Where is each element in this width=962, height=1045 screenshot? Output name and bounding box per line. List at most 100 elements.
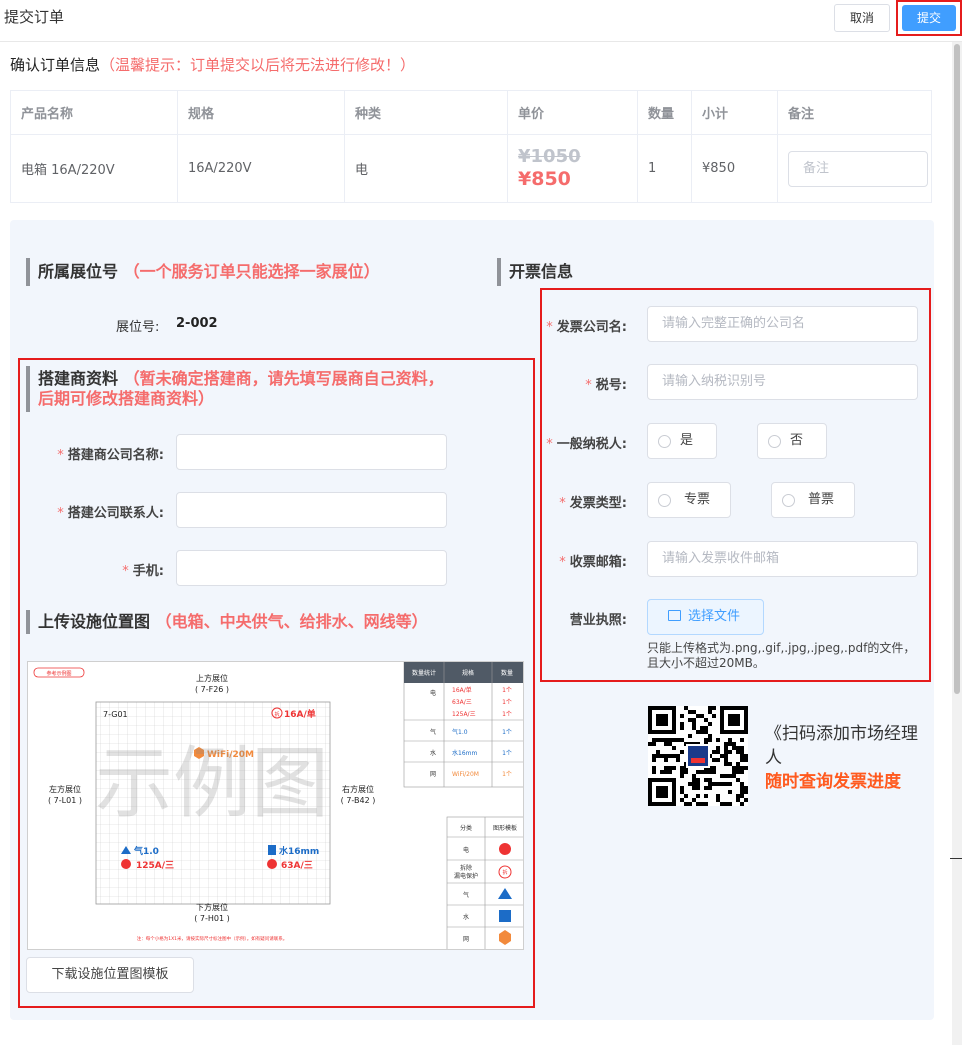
- marker-16a: 16A/单: [284, 708, 316, 720]
- invoice-email-input[interactable]: 请输入发票收件邮箱: [647, 541, 918, 577]
- choose-file-button[interactable]: 选择文件: [647, 599, 764, 635]
- table-row: 电箱 16A/220V 16A/220V 电 ¥1050 ¥850 1 ¥850…: [10, 134, 932, 203]
- booth-hint: （一个服务订单只能选择一家展位）: [123, 262, 380, 281]
- builder-company-input[interactable]: [176, 434, 447, 470]
- stats-qty-2: 1个: [502, 750, 512, 757]
- legend-header-1: 图形模板: [493, 824, 517, 832]
- legend-demolition-glyph: 拆: [502, 869, 507, 876]
- radio-label: 专票: [684, 492, 711, 507]
- electric-circle-icon: [121, 859, 131, 869]
- stats-qty-0a: 1个: [502, 687, 512, 694]
- upload-section-title: 上传设施位置图 （电箱、中央供气、给排水、网线等）: [26, 610, 428, 634]
- upload-tip: 只能上传格式为.png,.gif,.jpg,.jpeg,.pdf的文件，且大小不…: [647, 641, 916, 670]
- remark-input[interactable]: 备注: [788, 150, 928, 187]
- general-taxpayer-yes-radio[interactable]: 是: [647, 423, 717, 459]
- stats-spec-2: 水16mm: [452, 749, 477, 757]
- scrollbar[interactable]: [952, 42, 962, 1045]
- right-booth-code: ( 7-B42 ): [341, 796, 376, 805]
- submit-button[interactable]: 提交: [902, 5, 956, 31]
- radio-circle-icon: [658, 435, 671, 448]
- stats-qty-0b: 1个: [502, 699, 512, 706]
- stats-qty-1: 1个: [502, 729, 512, 736]
- order-table: 产品名称 规格 种类 单价 数量 小计 备注 电箱 16A/220V 16A/2…: [10, 90, 932, 203]
- bottom-booth-label: 下方展位: [196, 902, 228, 912]
- top-bar: 提交订单 取消 提交: [0, 0, 962, 42]
- invoice-title: 开票信息: [509, 262, 574, 281]
- table-header-row: 产品名称 规格 种类 单价 数量 小计 备注: [10, 90, 932, 135]
- stats-spec-0b: 63A/三: [452, 699, 472, 706]
- booth-value: 2-002: [176, 316, 218, 331]
- top-booth-code: ( 7-F26 ): [195, 685, 229, 694]
- cell-spec: 16A/220V: [177, 134, 345, 203]
- page-title: 提交订单: [4, 8, 65, 26]
- legend-row-4: 网: [463, 936, 469, 943]
- legend-row-3: 水: [463, 913, 469, 921]
- legend-row-1a: 拆除: [460, 864, 472, 872]
- col-category: 种类: [344, 90, 508, 135]
- cell-subtotal: ¥850: [691, 134, 778, 203]
- stats-table: 数量统计 规格 数量 电 16A/单 63A/三 125A/三 1个 1个 1个…: [403, 662, 523, 788]
- layout-example-svg: 参考示例图 上方展位 ( 7-F26 ) 7-G01 左方展位 ( 7-L01 …: [33, 662, 523, 949]
- watermark: 示例图: [95, 739, 329, 829]
- marker-water: 水16mm: [279, 845, 319, 857]
- cell-product: 电箱 16A/220V: [10, 134, 178, 203]
- invoice-email-label: * 收票邮箱:: [559, 555, 627, 570]
- cell-quantity: 1: [637, 134, 692, 203]
- discount-price: ¥850: [518, 167, 571, 190]
- legend-row-2: 气: [463, 891, 469, 899]
- legend-water-icon: [499, 910, 511, 922]
- stats-spec-0a: 16A/单: [452, 686, 472, 694]
- stats-header-2: 数量: [501, 669, 513, 677]
- original-price: ¥1050: [518, 145, 581, 167]
- invoice-type-normal-radio[interactable]: 普票: [771, 482, 855, 518]
- tax-number-input[interactable]: 请输入纳税识别号: [647, 364, 918, 400]
- builder-hint-2: 后期可修改搭建商资料）: [38, 389, 215, 408]
- marker-125a: 125A/三: [136, 860, 174, 871]
- radio-circle-icon: [768, 435, 781, 448]
- col-remark: 备注: [777, 90, 932, 135]
- builder-company-label: * 搭建商公司名称:: [57, 448, 164, 463]
- invoice-section-title: 开票信息: [497, 258, 573, 286]
- upload-title: 上传设施位置图: [38, 612, 151, 631]
- top-booth-label: 上方展位: [196, 673, 228, 683]
- builder-phone-input[interactable]: [176, 550, 447, 586]
- radio-label: 普票: [808, 492, 835, 507]
- radio-circle-icon: [782, 494, 795, 507]
- stats-qty-0c: 1个: [502, 711, 512, 718]
- builder-contact-input[interactable]: [176, 492, 447, 528]
- stats-header-1: 规格: [462, 669, 474, 677]
- download-template-button[interactable]: 下载设施位置图模板: [26, 957, 194, 993]
- marker-gas: 气1.0: [133, 845, 159, 857]
- folder-icon: [668, 610, 681, 621]
- cancel-button[interactable]: 取消: [834, 4, 890, 32]
- left-booth-label: 左方展位: [49, 784, 81, 794]
- legend-table: 分类 图形模板 电 拆除 漏电保护 气 水 网 拆: [446, 816, 523, 949]
- tax-number-label: * 税号:: [585, 378, 627, 393]
- stats-cat-1: 气: [430, 728, 436, 736]
- confirm-warning: （温馨提示：订单提交以后将无法进行修改！）: [100, 56, 416, 74]
- booth-code: 7-G01: [103, 710, 128, 719]
- qr-caption-text: 《扫码添加市场经理人: [765, 724, 918, 768]
- electric-circle-icon-2: [267, 859, 277, 869]
- water-square-icon: [268, 845, 276, 855]
- example-tag: 参考示例图: [46, 670, 71, 677]
- general-taxpayer-no-radio[interactable]: 否: [757, 423, 827, 459]
- demolition-marker-glyph: 拆: [274, 711, 279, 718]
- stats-qty-3: 1个: [502, 771, 512, 778]
- col-subtotal: 小计: [691, 90, 778, 135]
- stats-cat-3: 网: [430, 771, 436, 778]
- col-unit-price: 单价: [507, 90, 638, 135]
- submit-highlight-box: 提交: [896, 0, 962, 36]
- radio-label: 否: [790, 433, 804, 448]
- invoice-company-input[interactable]: 请输入完整正确的公司名: [647, 306, 918, 342]
- invoice-type-label: * 发票类型:: [559, 496, 627, 511]
- stats-spec-3: WiFi/20M: [452, 771, 479, 778]
- builder-contact-label: * 搭建公司联系人:: [57, 506, 164, 521]
- general-taxpayer-label: * 一般纳税人:: [546, 437, 627, 452]
- radio-circle-icon: [658, 494, 671, 507]
- booth-section-title: 所属展位号 （一个服务订单只能选择一家展位）: [26, 258, 380, 286]
- stats-spec-0c: 125A/三: [452, 711, 476, 718]
- scrollbar-thumb[interactable]: [954, 44, 960, 694]
- booth-title: 所属展位号: [38, 262, 119, 281]
- invoice-type-special-radio[interactable]: 专票: [647, 482, 731, 518]
